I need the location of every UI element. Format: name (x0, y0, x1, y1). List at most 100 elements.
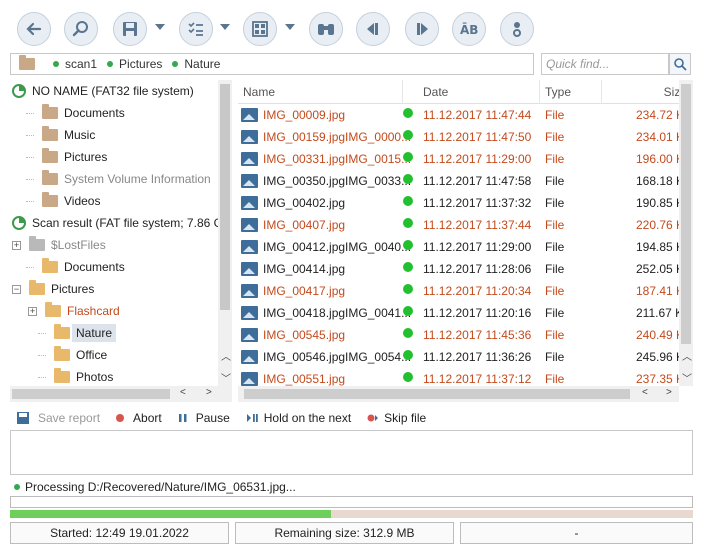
tree-vertical-scrollbar[interactable]: ︿ ﹀ (218, 80, 232, 386)
tree-item[interactable]: + $LostFiles (12, 234, 106, 256)
image-file-icon (241, 130, 258, 144)
skip-icon (367, 414, 379, 422)
binoculars-button[interactable] (309, 12, 343, 46)
pause-button[interactable]: Pause (178, 411, 230, 425)
search-icon (674, 58, 687, 71)
hold-button[interactable]: Hold on the next (246, 411, 351, 425)
tree-item[interactable]: Documents (26, 256, 125, 278)
scrollbar-thumb[interactable] (12, 389, 170, 399)
expand-icon[interactable]: + (28, 306, 37, 316)
tree-item[interactable]: Videos (26, 190, 100, 212)
breadcrumb-item[interactable]: Nature (172, 57, 220, 71)
table-row[interactable]: IMG_00009.jpg 11.12.2017 11:47:44 File 234.… (238, 104, 693, 126)
column-type[interactable]: Type (540, 80, 602, 104)
abort-button[interactable]: Abort (116, 411, 162, 425)
breadcrumb[interactable]: scan1 Pictures Nature (10, 53, 534, 75)
file-size: 168.18 K (636, 174, 685, 188)
tree-item[interactable]: − Pictures (12, 278, 94, 300)
file-name: IMG_00402.jpg (263, 196, 346, 210)
tree-horizontal-scrollbar[interactable]: < > (10, 386, 232, 402)
tree-item[interactable]: Pictures (26, 146, 107, 168)
list-horizontal-scrollbar[interactable]: < > (238, 386, 679, 402)
folder-icon (42, 192, 58, 207)
next-button[interactable] (405, 12, 439, 46)
options-button[interactable] (500, 12, 534, 46)
tree-item[interactable]: Documents (26, 102, 125, 124)
view-button[interactable] (243, 12, 277, 46)
find-button[interactable] (64, 12, 98, 46)
search-button[interactable] (669, 53, 691, 75)
tree-item[interactable]: Photos (38, 366, 113, 386)
action-bar: Save report Abort Pause Hold on the next… (10, 406, 693, 430)
checklist-icon (188, 22, 203, 36)
tree-item[interactable]: Office (38, 344, 107, 366)
file-type: File (545, 174, 565, 188)
checklist-dropdown-icon[interactable] (220, 24, 230, 30)
table-row[interactable]: IMG_00407.jpg 11.12.2017 11:37:44 File 220.… (238, 214, 693, 236)
file-progress-bar (10, 496, 693, 508)
table-row[interactable]: IMG_00545.jpg 11.12.2017 11:45:36 File 240.… (238, 324, 693, 346)
table-row[interactable]: IMG_00418.jpgIMG_0041... 11.12.2017 11:20… (238, 302, 693, 324)
scrollbar-thumb[interactable] (681, 84, 691, 344)
tree-item-label: Documents (64, 260, 125, 274)
table-row[interactable]: IMG_00412.jpgIMG_0040... 11.12.2017 11:29… (238, 236, 693, 258)
tree-item[interactable]: Music (26, 124, 95, 146)
tree-item[interactable]: + Flashcard (28, 300, 120, 322)
font-button[interactable]: ĀB (452, 12, 486, 46)
file-type: File (545, 284, 565, 298)
column-name[interactable]: Name (238, 80, 403, 104)
scroll-left-icon[interactable]: < (642, 387, 648, 398)
file-date: 11.12.2017 11:37:12 (423, 372, 532, 386)
image-file-icon (241, 108, 258, 122)
scrollbar-thumb[interactable] (220, 84, 230, 310)
search-input[interactable]: Quick find... (541, 53, 669, 75)
breadcrumb-item[interactable]: scan1 (53, 57, 97, 71)
scroll-down-icon[interactable]: ﹀ (221, 370, 231, 385)
table-row[interactable]: IMG_00159.jpgIMG_0000... 11.12.2017 11:47… (238, 126, 693, 148)
file-size: 234.01 K (636, 130, 685, 144)
skip-file-button[interactable]: Skip file (367, 411, 426, 425)
table-row[interactable]: IMG_00414.jpg 11.12.2017 11:28:06 File 252.… (238, 258, 693, 280)
breadcrumb-item[interactable]: Pictures (107, 57, 162, 71)
back-button[interactable] (17, 12, 51, 46)
table-row[interactable]: IMG_00551.jpg 11.12.2017 11:37:12 File 237.… (238, 368, 693, 386)
image-file-icon (241, 306, 258, 320)
prev-button[interactable] (356, 12, 390, 46)
table-row[interactable]: IMG_00402.jpg 11.12.2017 11:37:32 File 190.… (238, 192, 693, 214)
skip-forward-icon (417, 23, 428, 35)
tree-item[interactable]: Nature (38, 322, 117, 344)
grid-icon (252, 21, 268, 37)
expand-icon[interactable]: + (12, 240, 21, 250)
status-dot-icon (403, 262, 413, 272)
folder-icon (29, 236, 45, 251)
scrollbar-thumb[interactable] (244, 389, 630, 399)
save-button[interactable] (113, 12, 147, 46)
list-vertical-scrollbar[interactable]: ︿ ﹀ (679, 80, 693, 386)
tree-item[interactable]: System Volume Information (26, 168, 211, 190)
checklist-button[interactable] (179, 12, 213, 46)
table-row[interactable]: IMG_00546.jpgIMG_0054... 11.12.2017 11:36… (238, 346, 693, 368)
scroll-left-icon[interactable]: < (180, 387, 186, 398)
file-date: 11.12.2017 11:45:36 (423, 328, 532, 342)
file-date: 11.12.2017 11:37:44 (423, 218, 532, 232)
file-date: 11.12.2017 11:47:50 (423, 130, 532, 144)
scroll-up-icon[interactable]: ︿ (221, 348, 231, 363)
log-box[interactable] (10, 430, 693, 475)
scroll-right-icon[interactable]: > (666, 387, 672, 398)
tree-item[interactable]: NO NAME (FAT32 file system) (12, 80, 194, 102)
table-row[interactable]: IMG_00417.jpg 11.12.2017 11:20:34 File 187.… (238, 280, 693, 302)
tree-item[interactable]: Scan result (FAT file system; 7.86 GB in (12, 212, 231, 234)
scroll-up-icon[interactable]: ︿ (682, 348, 692, 363)
table-row[interactable]: IMG_00331.jpgIMG_0015... 11.12.2017 11:29… (238, 148, 693, 170)
table-row[interactable]: IMG_00350.jpgIMG_0033... 11.12.2017 11:47… (238, 170, 693, 192)
save-dropdown-icon[interactable] (155, 24, 165, 30)
collapse-icon[interactable]: − (12, 284, 21, 294)
column-date[interactable]: Date (418, 80, 540, 104)
started-status: Started: 12:49 19.01.2022 (10, 522, 229, 544)
scroll-right-icon[interactable]: > (206, 387, 212, 398)
skip-file-label: Skip file (384, 411, 427, 425)
scroll-down-icon[interactable]: ﹀ (682, 370, 692, 385)
save-report-button[interactable]: Save report (10, 411, 100, 425)
view-dropdown-icon[interactable] (285, 24, 295, 30)
file-list: Name Date Type Size IMG_00009.jpg 11.12.2… (238, 80, 693, 386)
